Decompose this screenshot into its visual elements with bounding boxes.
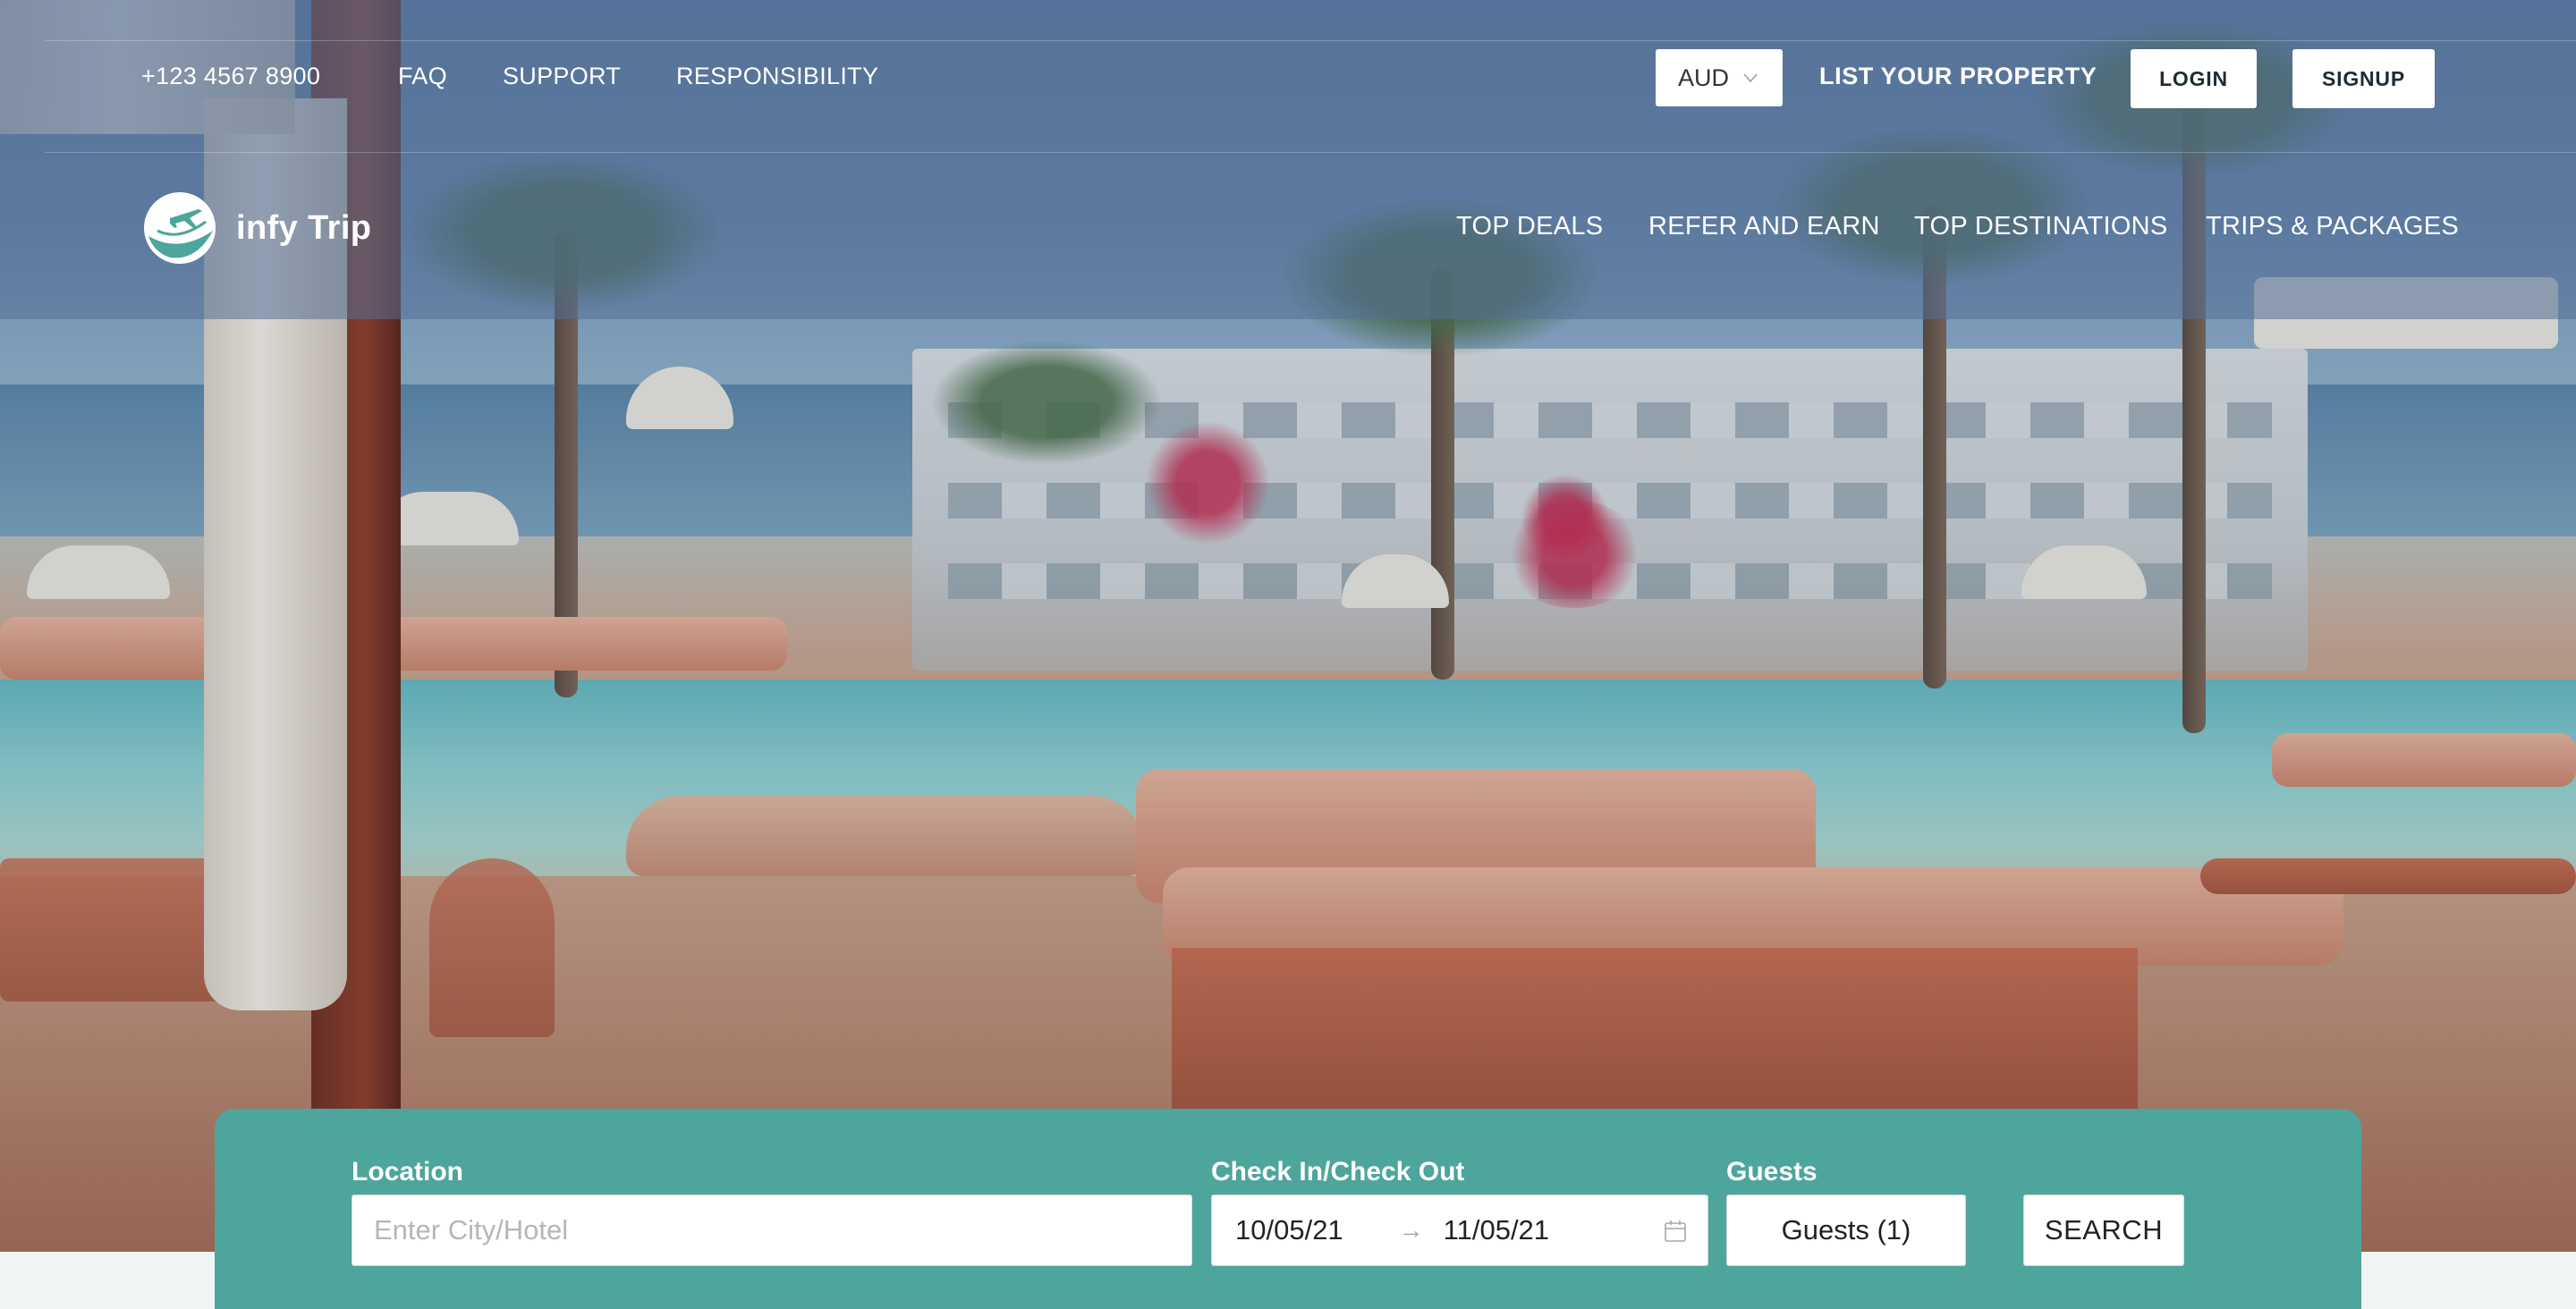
chevron-down-icon [1743,73,1758,83]
guests-select[interactable]: Guests (1) [1726,1195,1966,1266]
nav-top-destinations[interactable]: TOP DESTINATIONS [1914,212,2168,241]
guests-label: Guests [1726,1157,1818,1187]
date-range-picker[interactable]: 10/05/21 → 11/05/21 [1211,1195,1708,1266]
airplane-globe-icon [144,192,216,264]
search-button[interactable]: SEARCH [2023,1195,2184,1266]
top-bar: +123 4567 8900 FAQ SUPPORT RESPONSIBILIT… [0,0,2576,156]
site-header: +123 4567 8900 FAQ SUPPORT RESPONSIBILIT… [0,0,2576,319]
brand-name: infy Trip [236,208,372,247]
dates-label: Check In/Check Out [1211,1157,1465,1187]
check-out-date: 11/05/21 [1443,1214,1550,1246]
check-in-date: 10/05/21 [1235,1214,1343,1246]
support-link[interactable]: SUPPORT [503,63,621,90]
location-label: Location [352,1157,463,1187]
signup-button[interactable]: SIGNUP [2292,49,2435,108]
login-button[interactable]: LOGIN [2131,49,2257,108]
currency-select[interactable]: AUD [1656,49,1783,106]
responsibility-link[interactable]: RESPONSIBILITY [676,63,878,90]
list-property-link[interactable]: LIST YOUR PROPERTY [1819,63,2097,90]
currency-value: AUD [1678,63,1730,91]
location-input[interactable] [352,1195,1192,1266]
brand-logo[interactable]: infy Trip [143,191,371,265]
phone-link[interactable]: +123 4567 8900 [141,63,320,90]
arrow-right-icon: → [1398,1216,1424,1244]
calendar-icon [1665,1220,1686,1242]
faq-link[interactable]: FAQ [398,63,447,90]
nav-top-deals[interactable]: TOP DEALS [1456,212,1603,241]
nav-trips-packages[interactable]: TRIPS & PACKAGES [2206,212,2459,241]
nav-refer-and-earn[interactable]: REFER AND EARN [1648,212,1880,241]
